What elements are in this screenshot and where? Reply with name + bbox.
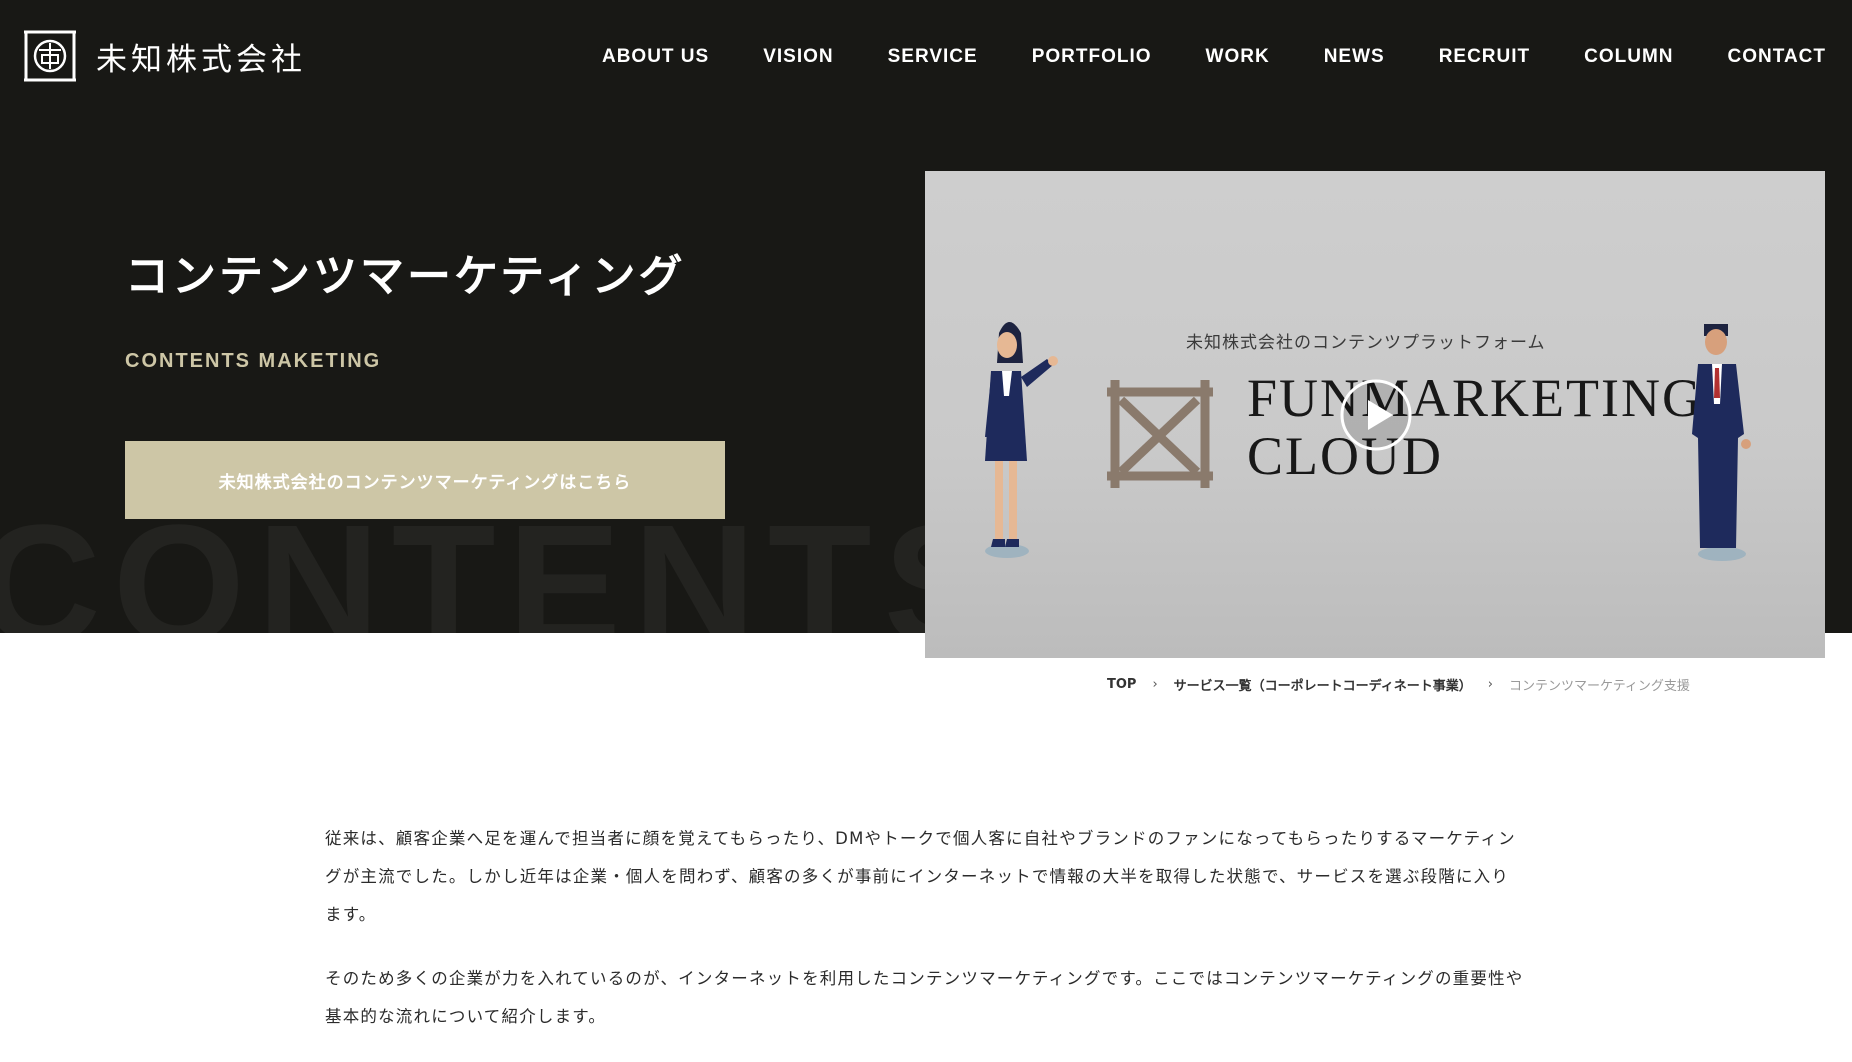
businesswoman-illustration — [985, 322, 1058, 558]
breadcrumb: TOP › サービス一覧（コーポレートコーディネート事業） › コンテンツマーケ… — [1107, 675, 1690, 694]
nav-column[interactable]: COLUMN — [1584, 46, 1673, 68]
nav-work[interactable]: WORK — [1206, 46, 1270, 68]
company-logo-icon — [24, 30, 76, 82]
hero-background-word: CONTENTS — [0, 490, 1009, 633]
nav-service[interactable]: SERVICE — [888, 46, 978, 68]
video-player[interactable]: 未知株式会社のコンテンツプラットフォーム FUNMARKETING CLOUD — [925, 171, 1825, 658]
nav-vision[interactable]: VISION — [763, 46, 833, 68]
nav-news[interactable]: NEWS — [1324, 46, 1385, 68]
company-name: 未知株式会社 — [96, 41, 306, 78]
breadcrumb-current: コンテンツマーケティング支援 — [1508, 679, 1690, 694]
main-nav: ABOUT US VISION SERVICE PORTFOLIO WORK N… — [548, 46, 1826, 68]
nav-recruit[interactable]: RECRUIT — [1439, 46, 1530, 68]
breadcrumb-separator: › — [1152, 677, 1158, 692]
company-logo[interactable]: 未知株式会社 — [24, 29, 306, 83]
page-title: コンテンツマーケティング — [125, 251, 686, 302]
funmarketing-logo-icon — [1107, 380, 1213, 488]
video-caption: 未知株式会社のコンテンツプラットフォーム — [1186, 333, 1546, 353]
play-icon[interactable] — [1339, 378, 1413, 452]
page-subtitle: CONTENTS MAKETING — [125, 350, 382, 372]
video-title-line1: FUNMARKETING — [1247, 368, 1703, 428]
breadcrumb-service-list[interactable]: サービス一覧（コーポレートコーディネート事業） — [1174, 675, 1472, 694]
breadcrumb-top[interactable]: TOP — [1107, 677, 1136, 692]
businessman-illustration — [1692, 324, 1751, 561]
nav-portfolio[interactable]: PORTFOLIO — [1032, 46, 1152, 68]
nav-contact[interactable]: CONTACT — [1728, 46, 1826, 68]
breadcrumb-separator: › — [1487, 677, 1493, 692]
intro-paragraph: そのため多くの企業が力を入れているのが、インターネットを利用したコンテンツマーケ… — [325, 969, 1524, 1026]
intro-paragraph: 従来は、顧客企業へ足を運んで担当者に顔を覚えてもらったり、DMやトークで個人客に… — [325, 829, 1516, 924]
nav-about-us[interactable]: ABOUT US — [602, 46, 709, 68]
contents-marketing-cta-button[interactable]: 未知株式会社のコンテンツマーケティングはこちら — [125, 441, 725, 519]
main-content: 従来は、顧客企業へ足を運んで担当者に顔を覚えてもらったり、DMやトークで個人客に… — [325, 820, 1525, 1062]
